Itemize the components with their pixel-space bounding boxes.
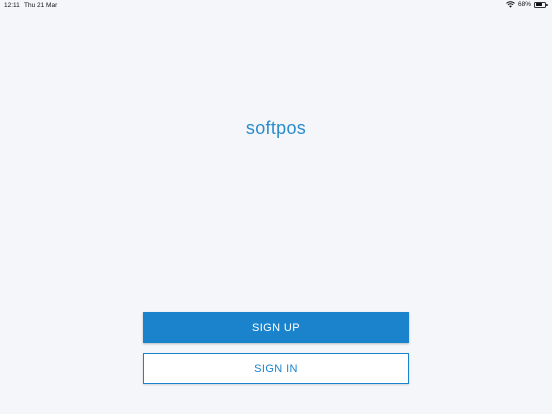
status-indicators: 68% [506, 1, 548, 8]
battery-tip [546, 4, 548, 6]
sign-in-label: SIGN IN [254, 362, 298, 375]
app-screen: 12:11 Thu 21 Mar 68% softpos SIGN UP SIG… [0, 0, 552, 414]
status-bar: 12:11 Thu 21 Mar 68% [0, 0, 552, 11]
status-date: Thu 21 Mar [24, 2, 58, 9]
wifi-icon [506, 1, 515, 8]
battery-icon [534, 1, 548, 8]
sign-in-button[interactable]: SIGN IN [143, 353, 409, 384]
battery-level-fill [535, 3, 543, 6]
status-time: 12:11 [4, 2, 20, 9]
sign-up-button[interactable]: SIGN UP [143, 312, 409, 343]
softpos-logo: softpos [245, 118, 307, 138]
sign-up-label: SIGN UP [251, 321, 301, 334]
battery-percentage: 68% [517, 1, 531, 8]
